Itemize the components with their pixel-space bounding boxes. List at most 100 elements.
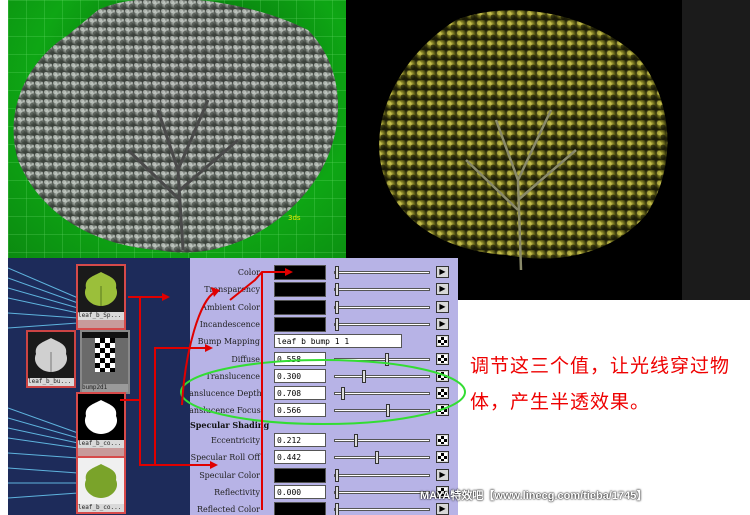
color-swatch[interactable] [274,502,326,515]
leaf-mask-thumbnail [78,394,124,440]
map-button[interactable]: ▶ [436,468,449,481]
attr-label: Translucence Focus [190,406,261,416]
attr-label: Translucence [205,371,260,381]
color-swatch[interactable] [274,299,326,315]
map-button[interactable]: ▶ [436,317,449,330]
hypershade-graph[interactable]: leaf_b_Sp... leaf_b_bu... bump2d1 leaf_b… [8,258,190,515]
node-caption: leaf_b_co... [78,440,124,448]
tree-wireframe-preview: 3ds [13,0,338,253]
map-button[interactable] [436,434,449,446]
attr-slider[interactable] [334,485,430,499]
slider-knob[interactable] [362,369,366,383]
map-button[interactable] [436,404,449,417]
node-leaf-color-2[interactable]: leaf_b_co... [76,456,126,514]
node-leaf-spec[interactable]: leaf_b_Sp... [76,264,126,330]
leaf-green-thumbnail [78,266,124,312]
slider-knob[interactable] [335,485,339,499]
node-port-bar [78,320,124,328]
value-field[interactable]: 0.708 [274,386,326,401]
attr-label: Specular Roll Off [190,453,260,463]
map-arrow-icon: ▶ [439,267,446,276]
slider-knob[interactable] [385,352,389,366]
map-button[interactable] [436,451,449,464]
slider-knob[interactable] [386,404,390,418]
attr-row-transparency: Transparency ▶ [190,281,458,298]
attr-label: Eccentricity [210,436,260,445]
slider-knob[interactable] [335,300,339,314]
color-swatch[interactable] [274,265,326,280]
attr-slider[interactable] [334,451,430,465]
node-leaf-color-1[interactable]: leaf_b_co... [76,392,126,458]
value-field[interactable]: 0.566 [274,403,326,418]
render-view [346,0,750,300]
attr-label: Bump Mapping [197,337,260,347]
attr-row-reflected-color: Reflected Color ▶ [190,501,458,515]
slider-knob[interactable] [354,434,358,447]
attr-slider[interactable] [334,434,430,447]
map-button[interactable]: ▶ [436,300,449,313]
node-bump2d[interactable]: bump2d1 [80,330,130,394]
map-button[interactable] [436,387,449,400]
attr-row-translucence: Translucence 0.300 [190,368,458,385]
render-view-border [682,0,750,300]
slider-knob[interactable] [375,451,379,465]
slider-knob[interactable] [335,503,339,515]
color-swatch[interactable] [274,467,326,483]
node-leaf-bump[interactable]: leaf_b_bu... [26,330,76,388]
attr-slider[interactable] [334,317,430,331]
attr-slider[interactable] [334,283,430,297]
attr-slider[interactable] [334,503,430,515]
attr-label: Diffuse [231,354,260,364]
viewport-panel[interactable]: 3ds [8,0,346,258]
bump-mapping-field[interactable]: leaf b bump 1 1 [274,334,402,349]
attr-label: Color [237,268,260,277]
map-arrow-icon: ▶ [439,301,446,311]
attr-label: Reflectivity [214,487,260,497]
node-caption: leaf_b_co... [78,504,124,512]
value-field[interactable]: 0.442 [274,450,326,465]
slider-knob[interactable] [335,317,339,331]
value-field[interactable]: 0.558 [274,351,326,366]
watermark-text: MAYA特效吧【www.linecg.com/tieba/1745】 [420,490,648,502]
attr-row-eccentricity: Eccentricity 0.212 [190,432,458,449]
checker-icon [438,436,447,444]
attr-row-incandescence: Incandescence ▶ [190,316,458,333]
map-arrow-icon: ▶ [439,469,446,479]
attr-slider[interactable] [334,266,430,279]
map-button[interactable]: ▶ [436,503,449,515]
node-caption: bump2d1 [82,384,128,392]
attr-row-color: Color ▶ [190,264,458,281]
checker-icon [438,453,447,462]
attr-row-ambient-color: Ambient Color ▶ [190,299,458,316]
attr-row-bump-mapping: Bump Mapping leaf b bump 1 1 [190,333,458,350]
attr-row-specular-roll-off: Specular Roll Off 0.442 [190,449,458,466]
attr-slider[interactable] [334,369,430,383]
leaf-green-thumbnail [78,458,124,504]
map-button[interactable] [436,352,449,365]
slider-knob[interactable] [335,266,339,279]
slider-knob[interactable] [335,283,339,297]
attr-slider[interactable] [334,387,430,401]
map-button[interactable]: ▶ [436,266,449,278]
slider-knob[interactable] [341,387,345,401]
value-field[interactable]: 0.000 [274,484,326,499]
attr-slider[interactable] [334,468,430,482]
color-swatch[interactable] [274,316,326,332]
bump-checker-thumbnail [82,338,128,384]
map-button[interactable] [436,369,449,382]
map-button[interactable] [436,335,449,348]
attr-row-specular-color: Specular Color ▶ [190,467,458,484]
checker-icon [438,371,447,380]
attr-slider[interactable] [334,352,430,366]
slider-knob[interactable] [335,468,339,482]
map-button[interactable]: ▶ [436,283,449,296]
map-arrow-icon: ▶ [439,504,446,514]
value-field[interactable]: 0.300 [274,368,326,383]
attr-row-reflectivity: Reflectivity 0.000 [190,484,458,501]
attr-slider[interactable] [334,300,430,314]
attr-label: Specular Color [199,470,260,480]
attr-slider[interactable] [334,404,430,418]
color-swatch[interactable] [274,282,326,298]
value-field[interactable]: 0.212 [274,433,326,447]
viewport-label: 3ds [288,214,301,222]
